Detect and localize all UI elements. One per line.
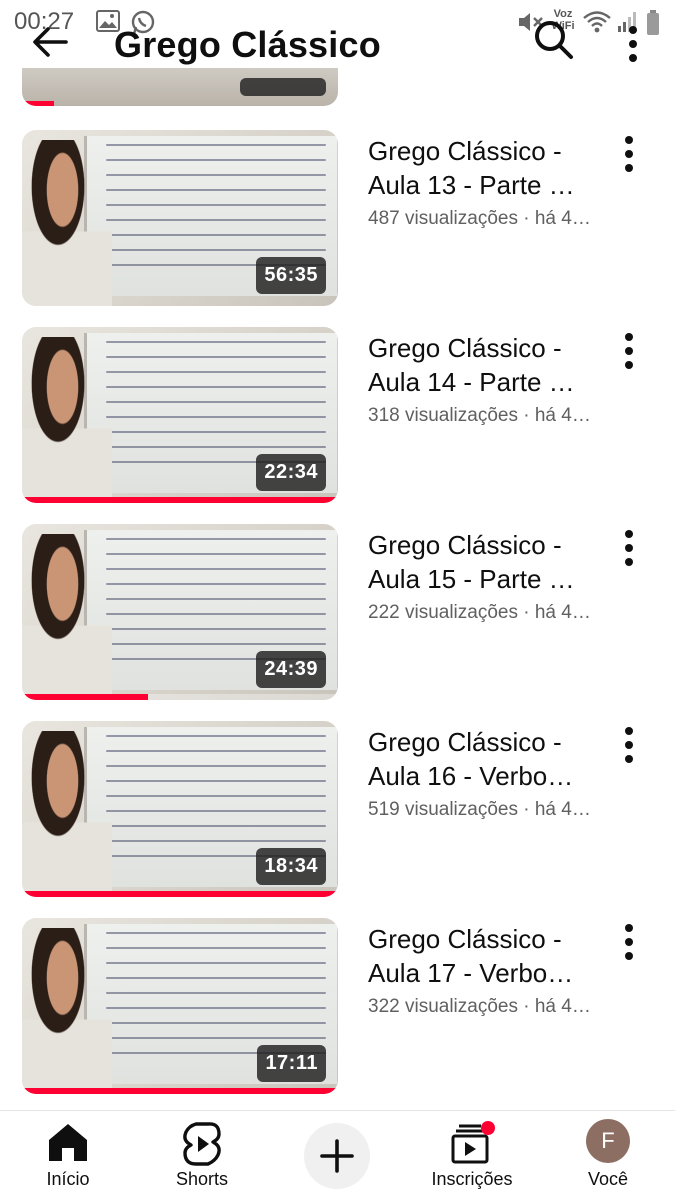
duration-badge: 17:11 <box>257 1045 326 1082</box>
video-thumbnail[interactable]: 22:34 <box>22 327 338 503</box>
watch-progress-bar <box>22 891 338 897</box>
video-metadata: 222 visualizações · há 4… <box>368 602 591 623</box>
video-thumbnail[interactable]: 18:34 <box>22 721 338 897</box>
video-row[interactable]: 22:34 Grego Clássico - Aula 14 - Parte … 31… <box>0 327 675 503</box>
video-title-line-1: Grego Clássico - <box>368 333 562 363</box>
video-title[interactable]: Grego Clássico - Aula 15 - Parte … <box>368 528 598 596</box>
video-row[interactable]: 24:39 Grego Clássico - Aula 15 - Parte … 22… <box>0 524 675 700</box>
presenter-image <box>22 731 112 897</box>
more-vert-icon <box>625 136 633 172</box>
home-icon <box>46 1121 90 1168</box>
nav-you-label: Você <box>587 1169 629 1189</box>
presenter-image <box>22 534 112 700</box>
header-more-button[interactable] <box>618 22 648 70</box>
nav-subscriptions-label: Inscrições <box>431 1169 513 1189</box>
watch-progress-bar <box>22 497 338 503</box>
nav-shorts-label: Shorts <box>175 1169 229 1189</box>
video-more-button[interactable] <box>614 922 644 962</box>
more-vert-icon <box>625 727 633 763</box>
video-more-button[interactable] <box>614 134 644 174</box>
video-row[interactable]: 18:34 Grego Clássico - Aula 16 - Verbo… 519… <box>0 721 675 897</box>
video-title[interactable]: Grego Clássico - Aula 17 - Verbo… <box>368 922 598 990</box>
video-title[interactable]: Grego Clássico - Aula 13 - Parte … <box>368 134 598 202</box>
video-title[interactable]: Grego Clássico - Aula 16 - Verbo… <box>368 725 598 793</box>
nav-you[interactable]: F Você <box>548 1111 668 1201</box>
duration-badge: 22:34 <box>256 454 326 491</box>
back-button[interactable] <box>30 22 78 70</box>
arrow-left-icon <box>33 27 68 57</box>
video-title-line-2: Aula 15 - Parte … <box>368 564 575 594</box>
video-metadata: 318 visualizações · há 4… <box>368 405 591 426</box>
more-vert-icon <box>625 333 633 369</box>
shorts-icon <box>182 1121 222 1172</box>
video-metadata: 519 visualizações · há 4… <box>368 799 591 820</box>
presenter-image <box>22 928 112 1094</box>
video-title-line-2: Aula 13 - Parte … <box>368 170 575 200</box>
video-more-button[interactable] <box>614 331 644 371</box>
bottom-nav: Início Shorts Inscrições F Você <box>0 1110 675 1201</box>
nav-home[interactable]: Início <box>8 1111 128 1201</box>
previous-video-thumbnail[interactable] <box>22 68 338 106</box>
presenter-image <box>22 337 112 503</box>
video-title-line-2: Aula 17 - Verbo… <box>368 958 574 988</box>
video-more-button[interactable] <box>614 528 644 568</box>
search-button[interactable] <box>532 18 580 66</box>
video-row[interactable]: 56:35 Grego Clássico - Aula 13 - Parte … 48… <box>0 130 675 306</box>
video-more-button[interactable] <box>614 725 644 765</box>
video-metadata: 322 visualizações · há 4… <box>368 996 591 1017</box>
more-vert-icon <box>625 924 633 960</box>
video-title-line-1: Grego Clássico - <box>368 924 562 954</box>
video-title-line-2: Aula 16 - Verbo… <box>368 761 574 791</box>
avatar: F <box>586 1119 630 1163</box>
video-title-line-1: Grego Clássico - <box>368 727 562 757</box>
video-row[interactable]: 17:11 Grego Clássico - Aula 17 - Verbo… 322… <box>0 918 675 1094</box>
watch-progress-bar <box>22 1088 338 1094</box>
video-metadata: 487 visualizações · há 4… <box>368 208 591 229</box>
nav-subscriptions[interactable]: Inscrições <box>412 1111 532 1201</box>
watch-progress-bar <box>22 694 149 700</box>
video-title[interactable]: Grego Clássico - Aula 14 - Parte … <box>368 331 598 399</box>
watch-progress-bar <box>22 101 54 106</box>
more-vert-icon <box>629 26 637 62</box>
create-button[interactable] <box>304 1123 370 1189</box>
notification-dot <box>481 1121 495 1135</box>
video-title-line-1: Grego Clássico - <box>368 136 562 166</box>
duration-badge: 56:35 <box>256 257 326 294</box>
page-title: Grego Clássico <box>114 24 381 65</box>
duration-badge <box>240 78 326 96</box>
video-title-line-2: Aula 14 - Parte … <box>368 367 575 397</box>
nav-home-label: Início <box>46 1169 90 1189</box>
subscriptions-icon <box>448 1121 496 1170</box>
presenter-image <box>22 140 112 306</box>
nav-shorts[interactable]: Shorts <box>142 1111 262 1201</box>
video-thumbnail[interactable]: 24:39 <box>22 524 338 700</box>
duration-badge: 24:39 <box>256 651 326 688</box>
video-thumbnail[interactable]: 56:35 <box>22 130 338 306</box>
duration-badge: 18:34 <box>256 848 326 885</box>
more-vert-icon <box>625 530 633 566</box>
search-icon <box>535 21 573 59</box>
plus-icon <box>320 1139 354 1173</box>
video-thumbnail[interactable]: 17:11 <box>22 918 338 1094</box>
video-title-line-1: Grego Clássico - <box>368 530 562 560</box>
